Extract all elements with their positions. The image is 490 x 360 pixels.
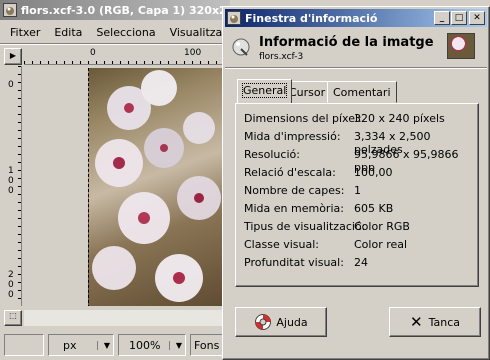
menu-arrow-button[interactable]: ▶	[4, 48, 22, 65]
top-ruler-label-0: 0	[90, 48, 96, 58]
property-value: 320 x 240 píxels	[354, 112, 445, 125]
image-thumbnail	[447, 33, 475, 59]
property-row: Nombre de capes: 1	[236, 184, 476, 200]
left-ruler-digit: 2	[8, 270, 14, 280]
property-value: 24	[354, 256, 368, 269]
canvas-area[interactable]	[24, 66, 224, 306]
info-dialog: Finestra d'informació _ □ ✕ Informació d…	[222, 6, 490, 360]
tab-comments-label: Comentari	[333, 86, 391, 99]
horizontal-scrollbar[interactable]	[24, 310, 224, 326]
gimp-app-icon	[3, 3, 17, 17]
property-row: Resolució: 95,9866 x 95,9866 ppp	[236, 148, 476, 174]
dialog-title: Finestra d'informació	[245, 11, 378, 25]
property-value: 605 KB	[354, 202, 394, 215]
tab-general[interactable]: General	[237, 79, 293, 103]
left-ruler-digit: 0	[8, 186, 14, 196]
general-tab-panel: Dimensions del píxel: 320 x 240 píxels M…	[235, 103, 479, 287]
minimize-button[interactable]: _	[434, 11, 450, 25]
main-window-title: flors.xcf-3.0 (RGB, Capa 1) 320x240	[21, 3, 230, 17]
top-ruler-label-100: 100	[184, 48, 202, 58]
property-label: Resolució:	[244, 148, 300, 161]
coordinate-display	[4, 334, 44, 356]
header-divider	[225, 67, 487, 69]
dialog-subheading: flors.xcf-3	[259, 52, 304, 62]
property-label: Mida d'impressió:	[244, 130, 341, 143]
property-label: Classe visual:	[244, 238, 319, 251]
property-label: Mida en memòria:	[244, 202, 344, 215]
property-value: 1	[354, 184, 361, 197]
help-button[interactable]: Ajuda	[235, 307, 327, 337]
info-icon	[231, 37, 251, 57]
left-ruler-digit: 0	[8, 290, 14, 300]
menu-select[interactable]: Selecciona	[96, 26, 155, 39]
tab-cursor-label: Cursor	[289, 86, 326, 99]
menu-file[interactable]: Fitxer	[10, 26, 40, 39]
top-ruler[interactable]: 0 100	[24, 48, 224, 65]
property-row: Tipus de visualització: Color RGB	[236, 220, 476, 236]
close-button-label: Tanca	[428, 315, 460, 329]
property-row: Dimensions del píxel: 320 x 240 píxels	[236, 112, 476, 128]
property-label: Dimensions del píxel:	[244, 112, 362, 125]
property-label: Relació d'escala:	[244, 166, 336, 179]
chevron-down-icon: ▼	[168, 340, 182, 350]
left-ruler[interactable]: 0 1 0 0 2 0 0	[4, 66, 22, 306]
property-row: Mida en memòria: 605 KB	[236, 202, 476, 218]
tab-general-label: General	[241, 83, 288, 98]
property-label: Tipus de visualització:	[244, 220, 366, 233]
image-canvas[interactable]	[88, 68, 224, 306]
tab-comments[interactable]: Comentari	[327, 81, 397, 103]
quick-mask-button[interactable]: ⬚	[4, 310, 22, 326]
property-value: Color real	[354, 238, 408, 251]
close-dialog-button[interactable]: ✕ Tanca	[389, 307, 481, 337]
property-row: Relació d'escala: 100,00	[236, 166, 476, 182]
unit-select[interactable]: px ▼	[48, 334, 114, 356]
property-row: Profunditat visual: 24	[236, 256, 476, 272]
close-x-icon: ✕	[410, 313, 423, 331]
menu-view[interactable]: Visualitza	[170, 26, 223, 39]
close-button[interactable]: ✕	[469, 11, 485, 25]
menubar-divider	[0, 43, 225, 45]
chevron-down-icon: ▼	[96, 340, 110, 350]
left-ruler-digit: 0	[8, 280, 14, 290]
lifebuoy-icon	[254, 313, 272, 331]
left-ruler-digit: 1	[8, 166, 14, 176]
property-row: Mida d'impressió: 3,334 x 2,500 polzades	[236, 130, 476, 156]
main-menubar: Fitxer Edita Selecciona Visualitza I	[0, 22, 225, 42]
unit-select-value: px	[63, 338, 77, 352]
maximize-button[interactable]: □	[451, 11, 467, 25]
main-titlebar[interactable]: flors.xcf-3.0 (RGB, Capa 1) 320x240	[0, 0, 230, 20]
dialog-heading: Informació de la imatge	[259, 35, 434, 50]
zoom-select-value: 100%	[129, 338, 161, 352]
flower-photo	[92, 70, 221, 302]
property-value: Color RGB	[354, 220, 410, 233]
property-label: Profunditat visual:	[244, 256, 344, 269]
property-value: 100,00	[354, 166, 393, 179]
zoom-select[interactable]: 100% ▼	[118, 334, 186, 356]
dialog-header: Informació de la imatge flors.xcf-3	[225, 29, 487, 67]
gimp-app-icon	[227, 11, 241, 25]
property-label: Nombre de capes:	[244, 184, 345, 197]
menu-edit[interactable]: Edita	[54, 26, 82, 39]
tab-strip: General Cursor Comentari	[237, 79, 477, 103]
left-ruler-digit: 0	[8, 80, 14, 90]
dialog-titlebar[interactable]: Finestra d'informació _ □ ✕	[225, 9, 487, 27]
property-row: Classe visual: Color real	[236, 238, 476, 254]
left-ruler-digit: 0	[8, 176, 14, 186]
help-button-label: Ajuda	[276, 315, 308, 329]
